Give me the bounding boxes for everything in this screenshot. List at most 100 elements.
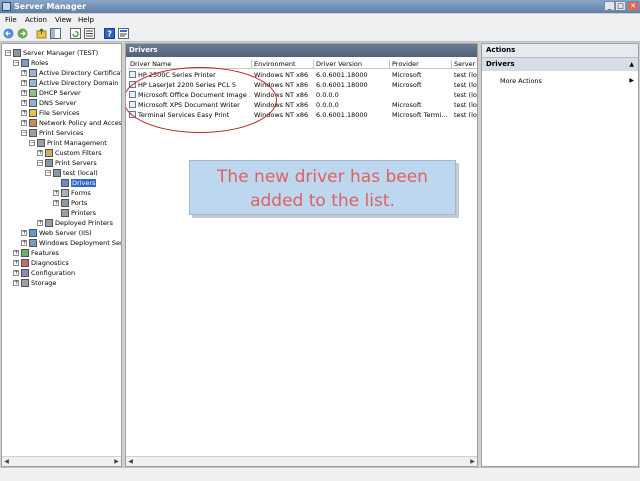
tree-item-label: Network Policy and Access — [39, 119, 122, 127]
expand-icon[interactable]: + — [13, 280, 19, 286]
tree-item-label: Web Server (IIS) — [39, 229, 92, 237]
tree-horizontal-scrollbar[interactable]: ◀ ▶ — [2, 456, 121, 466]
collapse-icon[interactable]: − — [37, 160, 43, 166]
callout-line-2: added to the list. — [250, 191, 395, 211]
collapse-icon[interactable]: − — [29, 140, 35, 146]
actions-section-drivers[interactable]: Drivers ▲ — [482, 58, 638, 71]
tree-item[interactable]: + Windows Deployment Servi — [21, 238, 121, 248]
scroll-left-icon[interactable]: ◀ — [2, 457, 11, 466]
tree-item[interactable]: + File Services — [21, 108, 79, 118]
column-provider[interactable]: Provider — [390, 60, 452, 69]
show-hide-tree-icon[interactable] — [50, 28, 61, 39]
tree-item[interactable]: + Network Policy and Access — [21, 118, 122, 128]
tree-item-label: Active Directory Domain Se — [39, 79, 122, 87]
tree-item[interactable]: + DNS Server — [21, 98, 76, 108]
properties-icon[interactable] — [118, 28, 129, 39]
expand-icon[interactable]: + — [21, 70, 27, 76]
tree-item[interactable]: − Server Manager (TEST) — [5, 48, 98, 58]
callout-note: The new driver has been added to the lis… — [189, 160, 456, 215]
tree-item-label: Active Directory Certificate — [39, 69, 122, 77]
minimize-button[interactable]: _ — [604, 1, 615, 11]
column-driver-version[interactable]: Driver Version — [314, 60, 390, 69]
collapse-icon[interactable]: − — [5, 50, 11, 56]
drivers-pane: Drivers Driver Name Environment Driver V… — [125, 43, 478, 467]
menu-action[interactable]: Action — [25, 15, 47, 25]
tree-item-label: Print Management — [47, 139, 107, 147]
tree-item[interactable]: + Active Directory Domain Se — [21, 78, 122, 88]
tree-item[interactable]: − Print Management — [29, 138, 107, 148]
expand-icon[interactable]: + — [21, 110, 27, 116]
expand-icon[interactable]: + — [21, 100, 27, 106]
tree-item[interactable]: + DHCP Server — [21, 88, 81, 98]
filter-icon — [45, 149, 53, 157]
expand-icon[interactable]: + — [53, 200, 59, 206]
refresh-icon[interactable] — [70, 28, 81, 39]
drivers-pane-header: Drivers — [126, 44, 477, 57]
tree-item[interactable]: + Features — [13, 248, 59, 258]
highlight-ellipse — [126, 67, 277, 133]
submenu-arrow-icon: ▶ — [629, 77, 634, 84]
callout-line-1: The new driver has been — [217, 167, 428, 187]
menu-file[interactable]: File — [5, 15, 17, 25]
server-icon — [53, 169, 61, 177]
actions-section-label: Drivers — [486, 60, 515, 68]
tree-item[interactable]: + Storage — [13, 278, 56, 288]
expand-icon[interactable]: + — [13, 250, 19, 256]
collapse-icon[interactable]: − — [45, 170, 51, 176]
tree-item[interactable]: + Custom Filters — [37, 148, 101, 158]
scroll-right-icon[interactable]: ▶ — [468, 457, 477, 466]
back-icon[interactable] — [3, 28, 14, 39]
features-icon — [21, 249, 29, 257]
up-folder-icon[interactable] — [36, 28, 47, 39]
expand-icon[interactable]: + — [21, 80, 27, 86]
maximize-button[interactable]: □ — [615, 1, 626, 11]
help-icon[interactable]: ? — [104, 28, 115, 39]
more-actions-link[interactable]: More Actions — [500, 76, 542, 86]
tree-item[interactable]: + Diagnostics — [13, 258, 69, 268]
forward-icon[interactable] — [17, 28, 28, 39]
expand-icon[interactable]: + — [53, 190, 59, 196]
scroll-right-icon[interactable]: ▶ — [112, 457, 121, 466]
tree-item[interactable]: − Print Services — [21, 128, 83, 138]
tree-item[interactable]: − test (local) — [45, 168, 98, 178]
expand-icon[interactable]: + — [21, 230, 27, 236]
expand-icon[interactable]: + — [13, 260, 19, 266]
tree-item[interactable]: − Print Servers — [37, 158, 97, 168]
expand-icon[interactable]: + — [21, 240, 27, 246]
actions-pane: Actions Drivers ▲ More Actions ▶ — [481, 43, 639, 467]
tree-pane[interactable]: − Server Manager (TEST) − Roles + Active Dire… — [1, 43, 122, 467]
tree-item[interactable]: Drivers — [53, 178, 97, 188]
column-server-name[interactable]: Server N — [452, 60, 477, 69]
tree-item[interactable]: + Active Directory Certificate — [21, 68, 122, 78]
expand-icon[interactable]: + — [37, 220, 43, 226]
tree-item[interactable]: + Ports — [53, 198, 87, 208]
cell-environment: Windows NT x86 — [254, 71, 309, 79]
roles-icon — [21, 59, 29, 67]
expand-icon[interactable]: + — [21, 120, 27, 126]
menu-view[interactable]: View — [55, 15, 72, 25]
printer-icon — [29, 129, 37, 137]
expand-icon[interactable]: + — [37, 150, 43, 156]
collapse-icon[interactable]: − — [13, 60, 19, 66]
expand-icon[interactable]: + — [21, 90, 27, 96]
tree-item[interactable]: + Deployed Printers — [37, 218, 113, 228]
drivers-horizontal-scrollbar[interactable]: ◀ ▶ — [126, 456, 477, 466]
menu-help[interactable]: Help — [78, 15, 94, 25]
tree-item[interactable]: + Web Server (IIS) — [21, 228, 92, 238]
storage-icon — [21, 279, 29, 287]
close-button[interactable]: ✕ — [627, 1, 639, 11]
tree-item[interactable]: Printers — [53, 208, 96, 218]
tree-item-label: Features — [31, 249, 59, 257]
tree-item-label: Deployed Printers — [55, 219, 113, 227]
export-list-icon[interactable] — [84, 28, 95, 39]
tree-item[interactable]: + Forms — [53, 188, 91, 198]
expand-icon[interactable]: + — [13, 270, 19, 276]
collapse-icon[interactable]: − — [21, 130, 27, 136]
tree-item[interactable]: − Roles — [13, 58, 48, 68]
collapse-up-icon[interactable]: ▲ — [629, 58, 634, 71]
cell-server-name: test (lo — [454, 111, 477, 119]
server-icon — [45, 159, 53, 167]
column-environment[interactable]: Environment — [252, 60, 314, 69]
tree-item[interactable]: + Configuration — [13, 268, 75, 278]
scroll-left-icon[interactable]: ◀ — [126, 457, 135, 466]
